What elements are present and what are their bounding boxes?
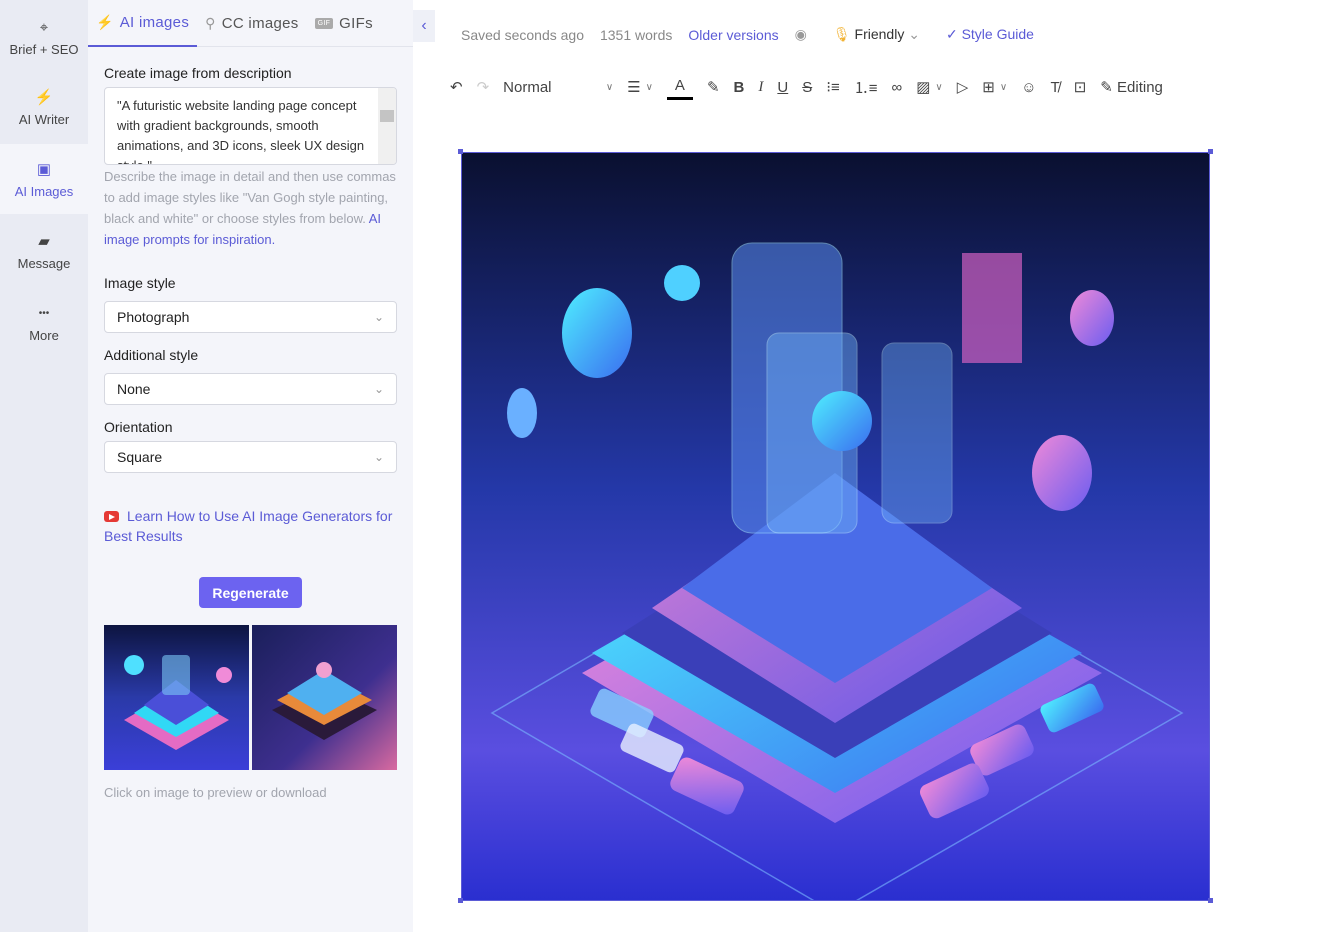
lightning-icon: ⚡ (96, 14, 114, 30)
resize-handle[interactable] (1208, 149, 1213, 154)
orientation-select[interactable]: Square ⌄ (104, 441, 397, 473)
rail-item-brief-seo[interactable]: ⌖ Brief + SEO (0, 2, 88, 72)
inserted-ai-image[interactable] (461, 152, 1210, 914)
thumbnail-hint: Click on image to preview or download (104, 785, 327, 800)
editor-toolbar: ↶ ↷ Normal ∨ ☰ ∨ A ✎ B I U S ⁝≡ ⒈≡ ∞ ▨ ∨ ▷ … (450, 74, 1177, 100)
generated-image-thumbnail-1[interactable] (104, 625, 249, 770)
additional-style-label: Additional style (104, 347, 199, 363)
panel-tabs: ⚡ AI images ⚲ CC images GIF GIFs (88, 0, 413, 47)
text-color-icon[interactable]: A (666, 74, 693, 100)
clear-format-icon[interactable]: T̸ (1051, 74, 1060, 100)
tab-cc-images[interactable]: ⚲ CC images (197, 0, 306, 47)
orientation-label: Orientation (104, 419, 173, 435)
more-icon: ••• (38, 307, 50, 319)
rail-item-ai-writer[interactable]: ⚡ AI Writer (0, 72, 88, 142)
format-select[interactable]: Normal ∨ (503, 74, 613, 100)
check-circle-icon: ✓ (945, 26, 958, 42)
message-icon: ▰ (38, 232, 50, 250)
pencil-icon: ✎ (1100, 79, 1113, 96)
image-icon[interactable]: ▨ ∨ (916, 74, 943, 100)
rail-label: Brief + SEO (9, 41, 79, 57)
editing-mode-button[interactable]: ✎ Editing (1100, 74, 1163, 100)
lightning-icon: ⚡ (34, 88, 54, 106)
word-count: 1351 words (599, 26, 673, 43)
bold-icon[interactable]: B (734, 74, 745, 100)
youtube-icon (104, 511, 119, 522)
description-textarea[interactable]: "A futuristic website landing page conce… (104, 87, 397, 165)
chevron-down-icon: ∨ (605, 81, 614, 93)
style-guide-text: Style Guide (961, 26, 1034, 42)
tone-select[interactable]: 🎙 Friendly ⌄ (833, 26, 920, 43)
gif-icon: GIF (314, 18, 334, 29)
rail-item-ai-images[interactable]: ▣ AI Images (0, 144, 88, 214)
tab-gifs[interactable]: GIF GIFs (307, 0, 381, 47)
align-icon[interactable]: ☰ ∨ (627, 74, 653, 100)
additional-style-select[interactable]: None ⌄ (104, 373, 397, 405)
chevron-down-icon: ⌄ (373, 382, 384, 396)
crosshair-icon: ⌖ (39, 18, 49, 36)
resize-handle[interactable] (1208, 898, 1213, 903)
generated-image-thumbnail-2[interactable] (252, 625, 397, 770)
description-label: Create image from description (104, 65, 292, 81)
underline-icon[interactable]: U (777, 74, 788, 100)
save-status: Saved seconds ago (461, 26, 584, 43)
description-text: "A futuristic website landing page conce… (117, 98, 365, 164)
strikethrough-icon[interactable]: S (802, 74, 812, 100)
tab-label: GIFs (339, 15, 373, 32)
help-body: Describe the image in detail and then us… (104, 169, 396, 226)
rail-label: Message (17, 255, 71, 271)
tab-label: CC images (221, 15, 299, 32)
comment-icon[interactable]: ⊡ (1074, 74, 1087, 100)
rail-label: AI Images (14, 183, 74, 199)
chevron-down-icon: ⌄ (373, 310, 384, 324)
learn-link[interactable]: Learn How to Use AI Image Generators for… (104, 506, 404, 546)
resize-handle[interactable] (458, 149, 463, 154)
search-icon: ⚲ (205, 15, 216, 31)
collapse-panel-button[interactable]: ‹ (413, 10, 435, 42)
rail-label: More (29, 327, 59, 343)
help-text: Describe the image in detail and then us… (104, 166, 404, 250)
editor-status-bar: Saved seconds ago 1351 words Older versi… (461, 26, 1034, 43)
microphone-icon: 🎙 (832, 26, 851, 42)
select-value: None (117, 381, 151, 397)
undo-icon[interactable]: ↶ (450, 74, 463, 100)
select-value: Square (117, 449, 163, 465)
left-rail: ⌖ Brief + SEO ⚡ AI Writer ▣ AI Images ▰ Mess… (0, 0, 88, 932)
tab-label: AI images (119, 14, 190, 31)
eye-icon[interactable]: ◉ (795, 26, 807, 43)
chevron-down-icon: ⌄ (908, 26, 920, 42)
numbered-list-icon[interactable]: ⒈≡ (854, 74, 878, 100)
chevron-down-icon: ⌄ (373, 450, 384, 464)
play-icon[interactable]: ▷ (957, 74, 969, 100)
tone-value: Friendly (854, 26, 905, 42)
highlight-icon[interactable]: ✎ (707, 74, 720, 100)
mode-value: Editing (1117, 78, 1163, 96)
older-versions-link[interactable]: Older versions (688, 27, 778, 43)
style-guide-link[interactable]: ✓ Style Guide (946, 26, 1034, 43)
image-style-label: Image style (104, 275, 176, 291)
format-value: Normal (503, 78, 552, 96)
scrollbar[interactable] (378, 88, 396, 164)
emoji-icon[interactable]: ☺ (1021, 74, 1036, 100)
table-icon[interactable]: ⊞ ∨ (982, 74, 1007, 100)
image-style-select[interactable]: Photograph ⌄ (104, 301, 397, 333)
tab-ai-images[interactable]: ⚡ AI images (88, 0, 198, 47)
chevron-left-icon: ‹ (421, 17, 427, 34)
italic-icon[interactable]: I (758, 74, 763, 100)
rail-item-message[interactable]: ▰ Message (0, 216, 88, 286)
ai-images-panel: ⚡ AI images ⚲ CC images GIF GIFs Create ima… (88, 0, 413, 932)
learn-link-text: Learn How to Use AI Image Generators for… (104, 508, 393, 544)
select-value: Photograph (117, 309, 190, 325)
link-icon[interactable]: ∞ (892, 74, 903, 100)
redo-icon[interactable]: ↷ (477, 74, 490, 100)
rail-item-more[interactable]: ••• More (0, 288, 88, 358)
regenerate-button[interactable]: Regenerate (199, 577, 302, 608)
rail-label: AI Writer (18, 111, 70, 127)
resize-handle[interactable] (458, 898, 463, 903)
image-icon: ▣ (36, 160, 52, 178)
bullet-list-icon[interactable]: ⁝≡ (826, 74, 840, 100)
